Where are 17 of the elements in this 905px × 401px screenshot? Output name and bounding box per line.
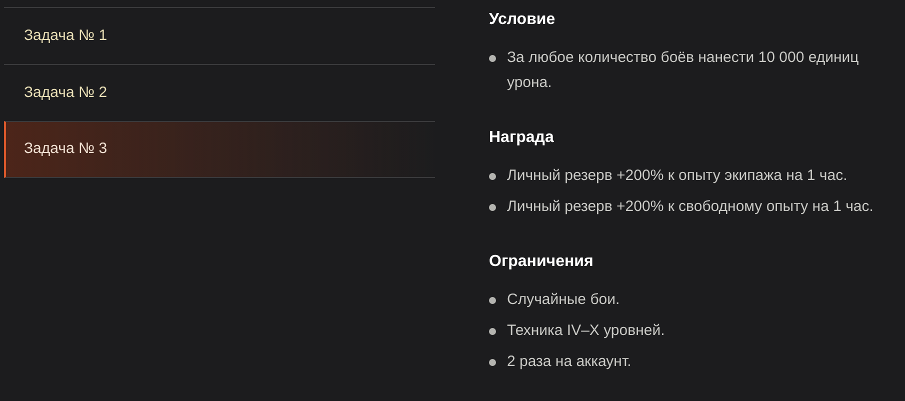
bullet-icon [489,328,496,335]
bullet-icon [489,359,496,366]
bullet-icon [489,204,496,211]
bullet-icon [489,55,496,62]
task-tab[interactable]: Задача № 1 [4,7,435,64]
bullet-icon [489,173,496,180]
list-item-text: Личный резерв +200% к свободному опыту на 1 час. [507,197,874,217]
list-item-text: Техника IV–X уровней. [507,321,666,341]
bullet-icon [489,297,496,304]
task-tab[interactable]: Задача № 3 [4,121,435,178]
list-item-text: 2 раза на аккаунт. [507,352,632,372]
list-item-text: Случайные бои. [507,290,621,310]
section-heading: Ограничения [489,252,594,272]
section-heading: Условие [489,10,556,30]
section-heading: Награда [489,128,555,148]
list-item-text: За любое количество боёв нанести 10 000 единиц урона. [507,48,860,93]
list-item-text: Личный резерв +200% к опыту экипажа на 1 час. [507,166,848,186]
